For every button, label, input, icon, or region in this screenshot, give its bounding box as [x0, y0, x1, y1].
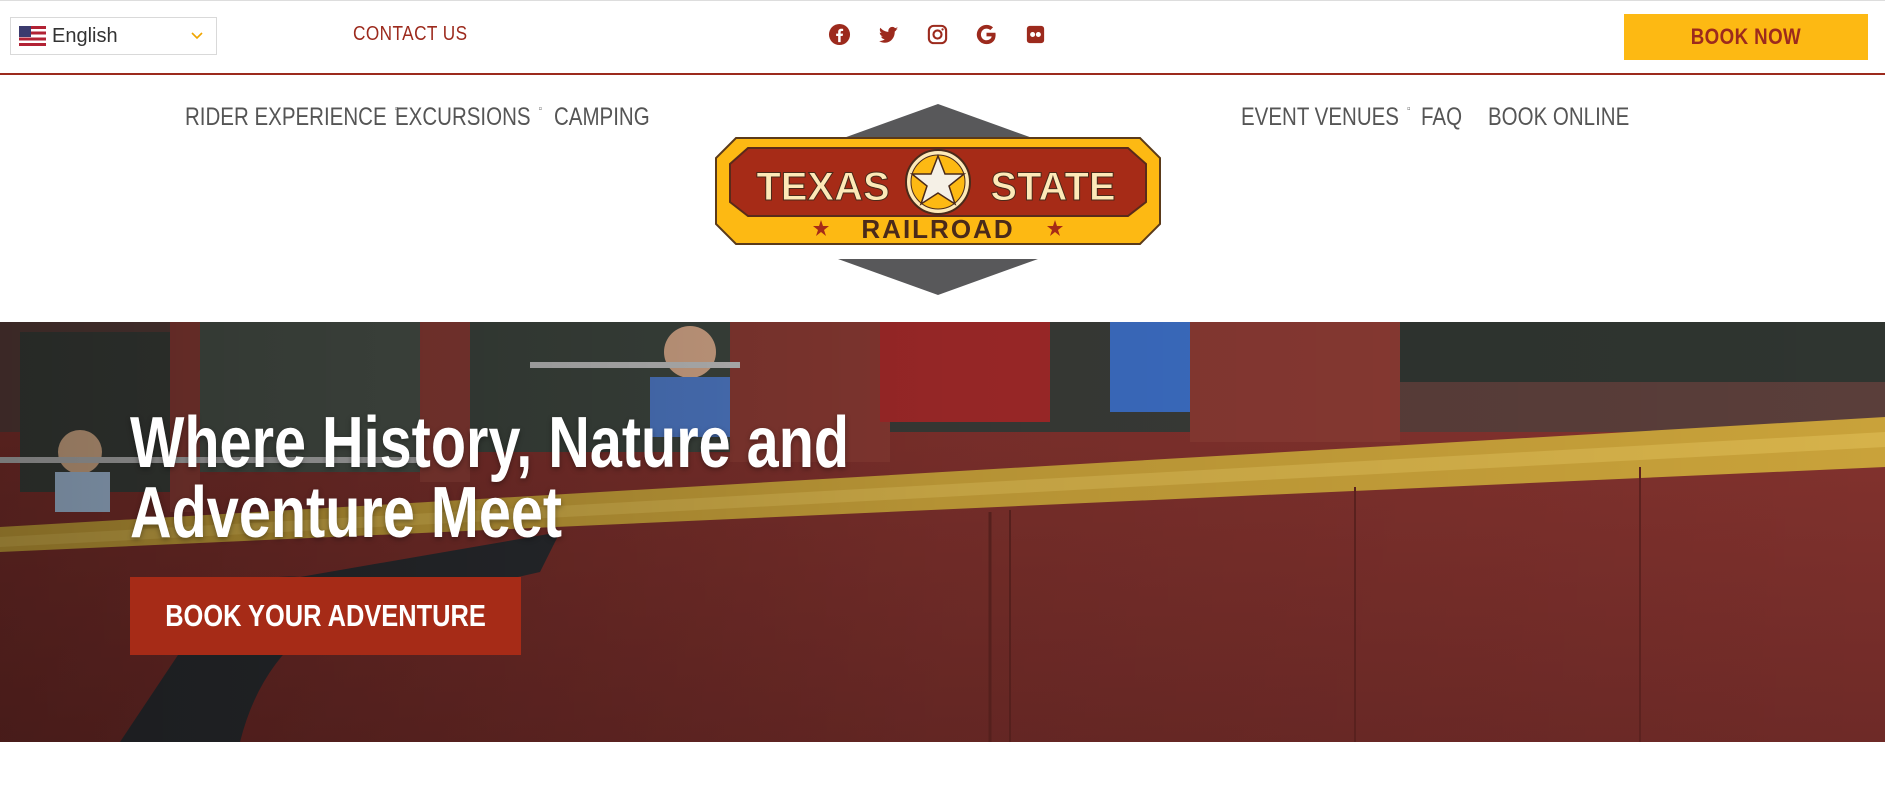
- chevron-down-icon: [191, 32, 203, 40]
- hero-headline-line-1: Where History, Nature and: [130, 403, 850, 483]
- site-logo[interactable]: TEXAS STATE RAILROAD: [708, 102, 1168, 297]
- nav-item-event-venues[interactable]: EVENT VENUES ▫: [1241, 103, 1410, 132]
- facebook-icon[interactable]: [828, 23, 851, 46]
- cta-label: BOOK YOUR ADVENTURE: [165, 598, 486, 633]
- nav-item-faq[interactable]: FAQ: [1421, 103, 1462, 132]
- nav-label: EVENT VENUES: [1241, 103, 1399, 131]
- nav-label: CAMPING: [554, 103, 650, 131]
- logo-bottom-diamond: [838, 259, 1038, 295]
- language-label: English: [52, 24, 118, 47]
- dropdown-caret-icon: ▫: [1407, 103, 1411, 115]
- top-bar: English CONTACT US BOOK NOW: [0, 0, 1885, 75]
- twitter-icon[interactable]: [877, 23, 900, 46]
- flickr-icon[interactable]: [1024, 23, 1047, 46]
- book-your-adventure-button[interactable]: BOOK YOUR ADVENTURE: [130, 577, 521, 655]
- google-icon[interactable]: [975, 23, 998, 46]
- nav-label: FAQ: [1421, 103, 1463, 131]
- nav-item-book-online[interactable]: BOOK ONLINE: [1488, 103, 1629, 132]
- nav-item-rider-experience[interactable]: RIDER EXPERIENCE ▫: [185, 103, 398, 132]
- instagram-icon[interactable]: [926, 23, 949, 46]
- book-now-button[interactable]: BOOK NOW: [1624, 14, 1868, 60]
- book-now-label: BOOK NOW: [1690, 24, 1802, 49]
- logo-text-texas: TEXAS: [756, 165, 889, 209]
- nav-label: RIDER EXPERIENCE: [185, 103, 387, 131]
- hero-headline-line-2: Adventure Meet: [130, 473, 563, 553]
- nav-item-excursions[interactable]: EXCURSIONS ▫: [395, 103, 542, 132]
- us-flag-icon: [19, 26, 46, 46]
- social-links: [828, 23, 1047, 46]
- nav-label: EXCURSIONS: [395, 103, 531, 131]
- logo-text-state: STATE: [990, 165, 1115, 209]
- contact-us-link[interactable]: CONTACT US: [353, 23, 468, 46]
- content-area: [0, 742, 1885, 805]
- hero-headline: Where History, Nature and Adventure Meet: [130, 403, 850, 553]
- dropdown-caret-icon: ▫: [538, 103, 542, 115]
- logo-top-diamond: [838, 104, 1038, 140]
- nav-label: BOOK ONLINE: [1488, 103, 1630, 131]
- logo-text-railroad: RAILROAD: [861, 214, 1014, 244]
- nav-item-camping[interactable]: CAMPING: [554, 103, 650, 132]
- language-selector[interactable]: English: [10, 17, 217, 55]
